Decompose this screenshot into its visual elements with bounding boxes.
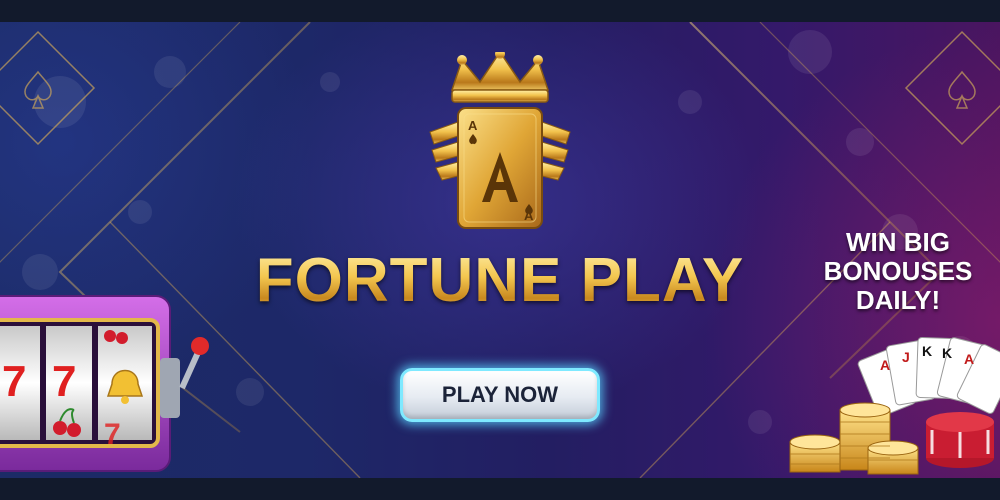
- promo-line-3: DAILY!: [855, 285, 941, 315]
- brand-title: FORTUNE PLAY: [230, 245, 770, 316]
- slot-machine-icon: 7 7 7: [0, 295, 209, 472]
- card-2-label: J: [902, 349, 910, 365]
- promo-text: WIN BIG BONOUSES DAILY!: [798, 228, 998, 315]
- crown-ace-logo: A A: [429, 52, 571, 229]
- card-3-label: K: [922, 343, 932, 359]
- card-5-label: A: [964, 351, 974, 367]
- card-1-label: A: [880, 357, 890, 373]
- wing-right: [541, 121, 571, 181]
- crown-icon: [450, 52, 550, 103]
- promo-line-2: BONOUSES: [823, 256, 973, 286]
- spade-diamond-right: [904, 30, 1000, 146]
- play-now-button[interactable]: PLAY NOW: [400, 368, 600, 422]
- gold-coins-icon: [789, 402, 919, 475]
- cards-and-coins-icon: A J K K A: [789, 336, 1000, 475]
- wing-left: [429, 121, 459, 181]
- card-corner-top: A: [468, 118, 478, 133]
- card-4-label: K: [942, 345, 952, 361]
- top-border: [0, 0, 1000, 22]
- lever-knob: [191, 337, 209, 355]
- reel-2-symbol: 7: [52, 357, 76, 406]
- promo-line-1: WIN BIG: [846, 227, 950, 257]
- svg-text:7: 7: [104, 418, 121, 451]
- reel-1-symbol: 7: [2, 357, 26, 406]
- poker-chips-icon: [926, 412, 994, 468]
- bottom-border: [0, 478, 1000, 500]
